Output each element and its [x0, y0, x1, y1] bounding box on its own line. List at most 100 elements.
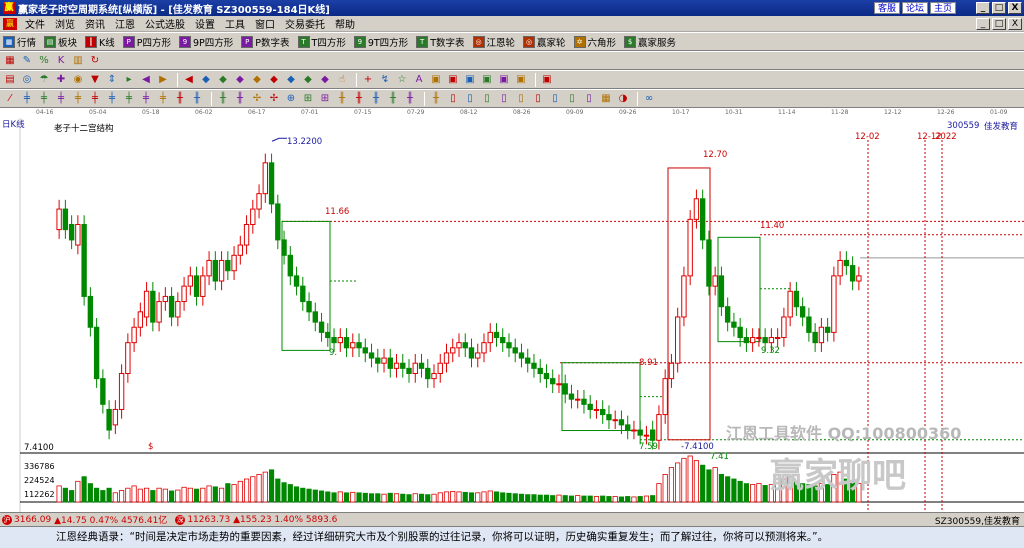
nav-tool-icon-26[interactable]: ▣ — [463, 73, 477, 87]
sz-index[interactable]: 深 11263.73 ▲155.23 1.40% 5893.6 — [173, 514, 337, 525]
draw-tool-icon-3[interactable]: ╪ — [54, 92, 68, 106]
draw-tool-icon-9[interactable]: ╪ — [156, 92, 170, 106]
child-close-button[interactable]: X — [1008, 18, 1022, 30]
toolbar-button-8[interactable]: T T数字表 — [416, 35, 465, 49]
kline-chart[interactable]: 日K线 老子十二宫结构 300559 佳发教育 12-02 12-12 2022… — [0, 118, 1024, 512]
toolbar-button-12[interactable]: $ 赢家服务 — [624, 35, 676, 49]
bar-icon[interactable]: ▥ — [71, 54, 85, 68]
nav-tool-icon-20[interactable]: + — [361, 73, 375, 87]
nav-tool-icon-17[interactable]: ◆ — [301, 73, 315, 87]
draw-tool-icon-31[interactable]: ▯ — [548, 92, 562, 106]
nav-tool-icon-10[interactable]: ◀ — [182, 73, 196, 87]
draw-tool-icon-6[interactable]: ╪ — [105, 92, 119, 106]
draw-tool-icon-35[interactable]: ◑ — [616, 92, 630, 106]
percent-icon[interactable]: % — [37, 54, 51, 68]
draw-tool-icon-26[interactable]: ▯ — [463, 92, 477, 106]
menu-window[interactable]: 窗口 — [250, 16, 280, 31]
menu-gann[interactable]: 江恩 — [110, 16, 140, 31]
toolbar-button-7[interactable]: 9 9T四方形 — [353, 35, 408, 49]
toolbar-button-0[interactable]: ▦ 行情 — [3, 35, 36, 49]
nav-tool-icon-18[interactable]: ◆ — [318, 73, 332, 87]
child-restore-button[interactable]: □ — [992, 18, 1006, 30]
home-link[interactable]: 主页 — [929, 2, 956, 14]
draw-tool-icon-21[interactable]: ╫ — [369, 92, 383, 106]
draw-tool-icon-2[interactable]: ╪ — [37, 92, 51, 106]
nav-tool-icon-27[interactable]: ▣ — [480, 73, 494, 87]
menu-help[interactable]: 帮助 — [330, 16, 360, 31]
nav-tool-icon-21[interactable]: ↯ — [378, 73, 392, 87]
draw-tool-icon-28[interactable]: ▯ — [497, 92, 511, 106]
draw-tool-icon-23[interactable]: ╫ — [403, 92, 417, 106]
menu-browse[interactable]: 浏览 — [50, 16, 80, 31]
toolbar-button-10[interactable]: ◎ 赢家轮 — [523, 35, 566, 49]
minimize-button[interactable]: _ — [976, 2, 990, 14]
menu-trade[interactable]: 交易委托 — [280, 16, 330, 31]
toolbar-button-1[interactable]: ▤ 板块 — [44, 35, 77, 49]
nav-tool-icon-6[interactable]: ⇕ — [105, 73, 119, 87]
menu-tools[interactable]: 工具 — [220, 16, 250, 31]
refresh-icon[interactable]: ↻ — [88, 54, 102, 68]
menu-settings[interactable]: 设置 — [190, 16, 220, 31]
toolbar-button-2[interactable]: ┃ K线 — [85, 35, 115, 49]
pen-icon[interactable]: ✎ — [20, 54, 34, 68]
draw-tool-icon-5[interactable]: ╪ — [88, 92, 102, 106]
toolbar-button-5[interactable]: P P数字表 — [241, 35, 290, 49]
menu-info[interactable]: 资讯 — [80, 16, 110, 31]
draw-tool-icon-32[interactable]: ▯ — [565, 92, 579, 106]
toolbar-button-9[interactable]: ◎ 江恩轮 — [472, 35, 515, 49]
menu-file[interactable]: 文件 — [20, 16, 50, 31]
draw-tool-icon-14[interactable]: ✢ — [250, 92, 264, 106]
close-button[interactable]: X — [1008, 2, 1022, 14]
draw-tool-icon-4[interactable]: ╪ — [71, 92, 85, 106]
nav-tool-icon-2[interactable]: ☂ — [37, 73, 51, 87]
nav-tool-icon-3[interactable]: ✚ — [54, 73, 68, 87]
draw-tool-icon-19[interactable]: ╫ — [335, 92, 349, 106]
sh-index[interactable]: 沪 3166.09 ▲14.75 0.47% 4576.41亿 — [0, 513, 167, 526]
draw-tool-icon-20[interactable]: ╫ — [352, 92, 366, 106]
nav-tool-icon-0[interactable]: ▤ — [3, 73, 17, 87]
nav-tool-icon-1[interactable]: ◎ — [20, 73, 34, 87]
draw-tool-icon-36[interactable]: ∞ — [642, 92, 656, 106]
k-icon[interactable]: K — [54, 54, 68, 68]
draw-tool-icon-0[interactable]: ⁄ — [3, 92, 17, 106]
draw-tool-icon-10[interactable]: ╫ — [173, 92, 187, 106]
draw-tool-icon-8[interactable]: ╪ — [139, 92, 153, 106]
draw-tool-icon-7[interactable]: ╪ — [122, 92, 136, 106]
grid-icon[interactable]: ▦ — [3, 54, 17, 68]
draw-tool-icon-18[interactable]: ⊞ — [318, 92, 332, 106]
draw-tool-icon-12[interactable]: ╫ — [216, 92, 230, 106]
toolbar-button-11[interactable]: ✡ 六角形 — [573, 35, 616, 49]
nav-tool-icon-12[interactable]: ◆ — [216, 73, 230, 87]
service-link[interactable]: 客服 — [873, 2, 900, 14]
maximize-button[interactable]: □ — [992, 2, 1006, 14]
nav-tool-icon-25[interactable]: ▣ — [446, 73, 460, 87]
menu-logo-icon[interactable]: 赢 — [3, 17, 17, 30]
child-minimize-button[interactable]: _ — [976, 18, 990, 30]
nav-tool-icon-8[interactable]: ◀ — [139, 73, 153, 87]
toolbar-button-4[interactable]: 9 9P四方形 — [179, 35, 233, 49]
draw-tool-icon-27[interactable]: ▯ — [480, 92, 494, 106]
nav-tool-icon-11[interactable]: ◆ — [199, 73, 213, 87]
draw-tool-icon-30[interactable]: ▯ — [531, 92, 545, 106]
nav-tool-icon-28[interactable]: ▣ — [497, 73, 511, 87]
nav-tool-icon-23[interactable]: A — [412, 73, 426, 87]
nav-tool-icon-29[interactable]: ▣ — [514, 73, 528, 87]
draw-tool-icon-29[interactable]: ▯ — [514, 92, 528, 106]
nav-tool-icon-15[interactable]: ◆ — [267, 73, 281, 87]
nav-tool-icon-24[interactable]: ▣ — [429, 73, 443, 87]
draw-tool-icon-34[interactable]: ▦ — [599, 92, 613, 106]
draw-tool-icon-17[interactable]: ⊞ — [301, 92, 315, 106]
draw-tool-icon-13[interactable]: ╫ — [233, 92, 247, 106]
nav-tool-icon-7[interactable]: ▸ — [122, 73, 136, 87]
nav-tool-icon-9[interactable]: ▶ — [156, 73, 170, 87]
draw-tool-icon-22[interactable]: ╫ — [386, 92, 400, 106]
nav-tool-icon-16[interactable]: ◆ — [284, 73, 298, 87]
draw-tool-icon-33[interactable]: ▯ — [582, 92, 596, 106]
draw-tool-icon-25[interactable]: ▯ — [446, 92, 460, 106]
forum-link[interactable]: 论坛 — [901, 2, 928, 14]
draw-tool-icon-16[interactable]: ⊕ — [284, 92, 298, 106]
draw-tool-icon-24[interactable]: ╫ — [429, 92, 443, 106]
draw-tool-icon-1[interactable]: ╪ — [20, 92, 34, 106]
draw-tool-icon-15[interactable]: ✢ — [267, 92, 281, 106]
nav-tool-icon-5[interactable]: ▼ — [88, 73, 102, 87]
